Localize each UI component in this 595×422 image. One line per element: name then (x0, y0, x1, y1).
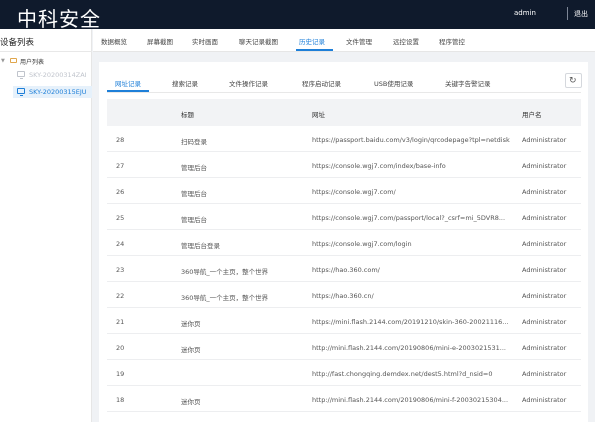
cell-url: https://console.wgj7.com/ (312, 188, 396, 196)
main-tabs: 数据概览 屏幕截图 实时画面 聊天记录截图 历史记录 文件管理 远控设置 程序管… (93, 29, 595, 52)
computer-icon (17, 88, 25, 96)
table-row[interactable]: 27 管理后台 https://console.wgj7.com/index/b… (107, 152, 581, 178)
cell-user: Administrator (522, 318, 567, 326)
table-header: 标题 网址 用户名 (107, 99, 581, 126)
table-row[interactable]: 18 迷你页 http://mini.flash.2144.com/201908… (107, 386, 581, 412)
cell-title: 迷你页 (181, 320, 201, 328)
tab-screenshots[interactable]: 屏幕截图 (147, 36, 173, 46)
subtab-file-op-records[interactable]: 文件操作记录 (229, 78, 268, 88)
cell-user: Administrator (522, 214, 567, 222)
tab-data-overview[interactable]: 数据概览 (101, 36, 127, 46)
cell-user: Administrator (522, 396, 567, 404)
device-item-selected[interactable]: SKY-20200315EJU (13, 86, 92, 98)
cell-url: http://mini.flash.2144.com/20190806/mini… (312, 344, 506, 352)
cell-user: Administrator (522, 188, 567, 196)
cell-id: 27 (116, 162, 125, 170)
cell-url: http://fast.chongqing.demdex.net/dest5.h… (312, 370, 493, 378)
device-sidebar: 设备列表 ▼ 用户列表 SKY-20200314ZAI SKY-20200315… (0, 29, 92, 422)
cell-url: http://mini.flash.2144.com/20190806/mini… (312, 396, 509, 404)
current-user[interactable]: admin (514, 9, 536, 17)
cell-url: https://console.wgj7.com/login (312, 240, 412, 248)
table-row[interactable]: 25 管理后台 https://console.wgj7.com/passpor… (107, 204, 581, 230)
cell-id: 25 (116, 214, 125, 222)
cell-user: Administrator (522, 240, 567, 248)
table-row[interactable]: 22 360导航_一个主页，整个世界 https://hao.360.cn/ A… (107, 282, 581, 308)
tab-live-view[interactable]: 实时画面 (192, 36, 218, 46)
device-label: SKY-20200314ZAI (29, 71, 87, 79)
subtab-url-records[interactable]: 网址记录 (115, 78, 141, 88)
sidebar-title: 设备列表 (0, 38, 35, 48)
folder-icon (10, 58, 17, 63)
column-header-url[interactable]: 网址 (312, 109, 517, 119)
cell-url: https://hao.360.com/ (312, 266, 380, 274)
history-panel: 网址记录 搜索记录 文件操作记录 程序启动记录 USB使用记录 关键字告警记录 … (99, 62, 588, 422)
cell-user: Administrator (522, 370, 567, 378)
header-divider (567, 7, 568, 20)
table-row[interactable]: 19 http://fast.chongqing.demdex.net/dest… (107, 360, 581, 386)
sidebar-divider (0, 51, 92, 52)
cell-url: https://passport.baidu.com/v3/login/qrco… (312, 136, 510, 144)
tab-remote-settings[interactable]: 远控设置 (393, 36, 419, 46)
cell-id: 18 (116, 396, 125, 404)
cell-id: 20 (116, 344, 125, 352)
subtab-program-launch-records[interactable]: 程序启动记录 (302, 78, 341, 88)
cell-url: https://console.wgj7.com/index/base-info (312, 162, 446, 170)
table-row[interactable]: 24 管理后台登录 https://console.wgj7.com/login… (107, 230, 581, 256)
cell-title: 扫码登录 (181, 138, 207, 146)
cell-user: Administrator (522, 136, 567, 144)
cell-url: https://hao.360.cn/ (312, 292, 374, 300)
cell-id: 19 (116, 370, 125, 378)
refresh-icon: ↻ (569, 76, 577, 86)
tab-history[interactable]: 历史记录 (299, 36, 325, 46)
cell-user: Administrator (522, 292, 567, 300)
subtab-search-records[interactable]: 搜索记录 (172, 78, 198, 88)
cell-title: 迷你页 (181, 346, 201, 354)
table-row[interactable]: 21 迷你页 https://mini.flash.2144.com/20191… (107, 308, 581, 334)
device-label: SKY-20200315EJU (29, 88, 87, 96)
cell-id: 21 (116, 318, 125, 326)
brand-logo-text: 中科安全 (17, 7, 101, 31)
cell-id: 24 (116, 240, 125, 248)
cell-title: 360导航_一个主页，整个世界 (181, 268, 269, 276)
column-header-title[interactable]: 标题 (181, 109, 301, 119)
table-row[interactable]: 23 360导航_一个主页，整个世界 https://hao.360.com/ … (107, 256, 581, 282)
subtab-keyword-alert-records[interactable]: 关键字告警记录 (445, 78, 491, 88)
cell-title: 管理后台登录 (181, 242, 220, 250)
cell-user: Administrator (522, 344, 567, 352)
tab-file-manager[interactable]: 文件管理 (346, 36, 372, 46)
tree-node-label: 用户列表 (20, 59, 45, 66)
cell-user: Administrator (522, 266, 567, 274)
cell-id: 22 (116, 292, 125, 300)
refresh-button[interactable]: ↻ (565, 73, 582, 88)
cell-title: 管理后台 (181, 190, 207, 198)
subtab-usb-records[interactable]: USB使用记录 (374, 78, 413, 88)
table-row[interactable]: 20 迷你页 http://mini.flash.2144.com/201908… (107, 334, 581, 360)
tab-chat-screenshots[interactable]: 聊天记录截图 (239, 36, 278, 46)
cell-id: 23 (116, 266, 125, 274)
table-row[interactable]: 26 管理后台 https://console.wgj7.com/ Admini… (107, 178, 581, 204)
cell-title: 迷你页 (181, 398, 201, 406)
subtab-divider (107, 92, 581, 93)
tree-node-user-list[interactable]: ▼ 用户列表 (0, 56, 92, 68)
cell-id: 26 (116, 188, 125, 196)
active-tab-indicator (296, 49, 333, 51)
column-header-user[interactable]: 用户名 (522, 109, 580, 119)
tab-program-control[interactable]: 程序管控 (439, 36, 465, 46)
logout-button[interactable]: 退出 (574, 9, 588, 19)
cell-id: 28 (116, 136, 125, 144)
cell-user: Administrator (522, 162, 567, 170)
cell-title: 管理后台 (181, 216, 207, 224)
cell-url: https://console.wgj7.com/passport/local?… (312, 214, 506, 222)
cell-title: 管理后台 (181, 164, 207, 172)
cell-url: https://mini.flash.2144.com/20191210/ski… (312, 318, 509, 326)
device-item-offline[interactable]: SKY-20200314ZAI (13, 69, 92, 81)
cell-title: 360导航_一个主页，整个世界 (181, 294, 269, 302)
computer-icon (17, 71, 25, 79)
table-row[interactable]: 28 扫码登录 https://passport.baidu.com/v3/lo… (107, 126, 581, 152)
url-records-table: 标题 网址 用户名 28 扫码登录 https://passport.baidu… (107, 99, 581, 412)
top-header: 中科安全 admin 退出 (0, 0, 595, 31)
caret-down-icon[interactable]: ▼ (1, 58, 5, 64)
